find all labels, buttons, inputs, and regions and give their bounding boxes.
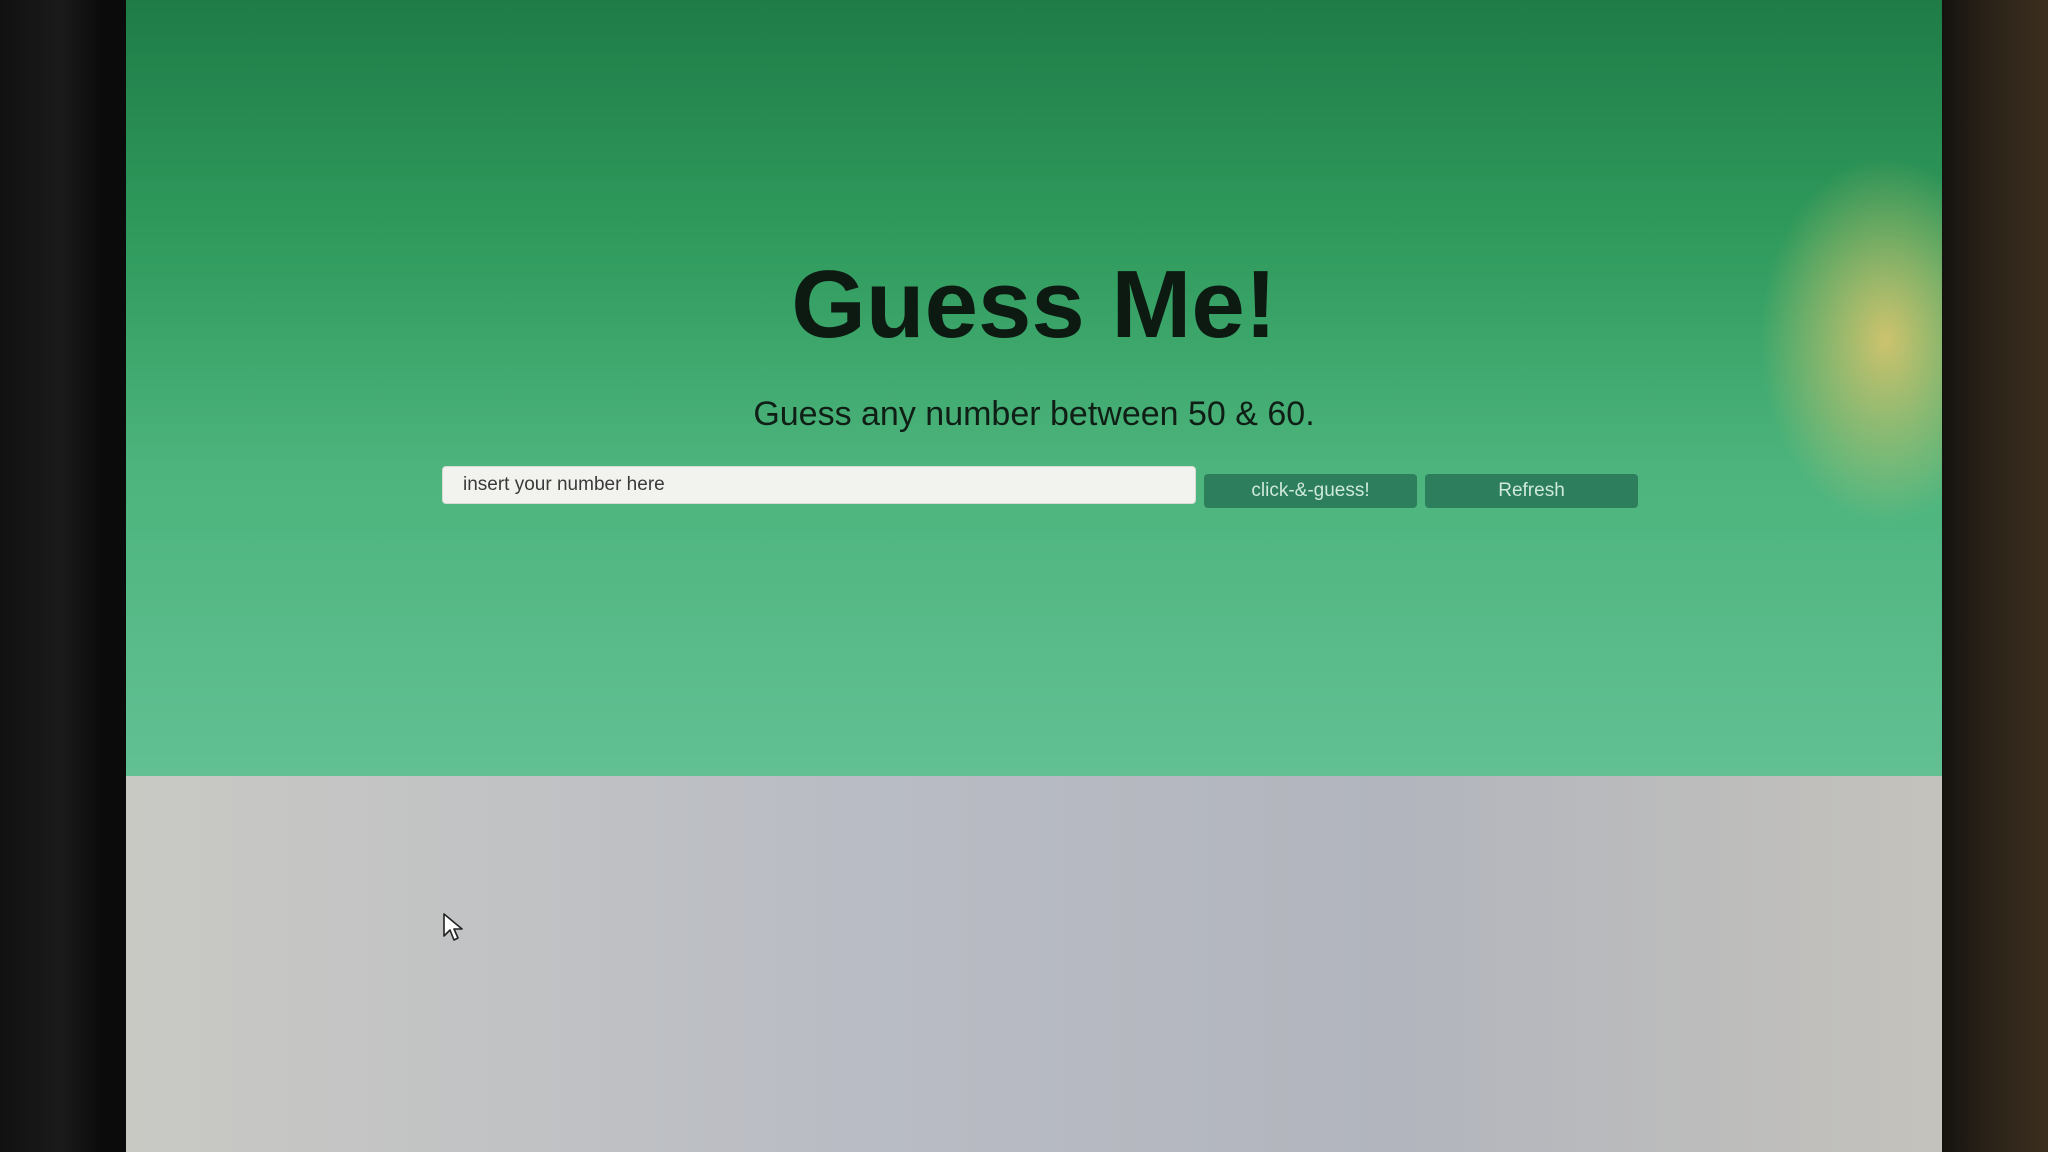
monitor-bezel: Guess Me! Guess any number between 50 & … <box>0 0 2048 1152</box>
mouse-pointer-icon <box>443 913 463 941</box>
empty-content-area <box>126 776 1942 1152</box>
guess-button[interactable]: click-&-guess! <box>1204 474 1417 508</box>
number-input[interactable] <box>442 466 1196 504</box>
hero-section: Guess Me! Guess any number between 50 & … <box>126 0 1942 776</box>
browser-viewport: Guess Me! Guess any number between 50 & … <box>126 0 1942 1152</box>
page-subtitle: Guess any number between 50 & 60. <box>753 395 1315 433</box>
refresh-button[interactable]: Refresh <box>1425 474 1638 508</box>
page-title: Guess Me! <box>791 251 1277 358</box>
